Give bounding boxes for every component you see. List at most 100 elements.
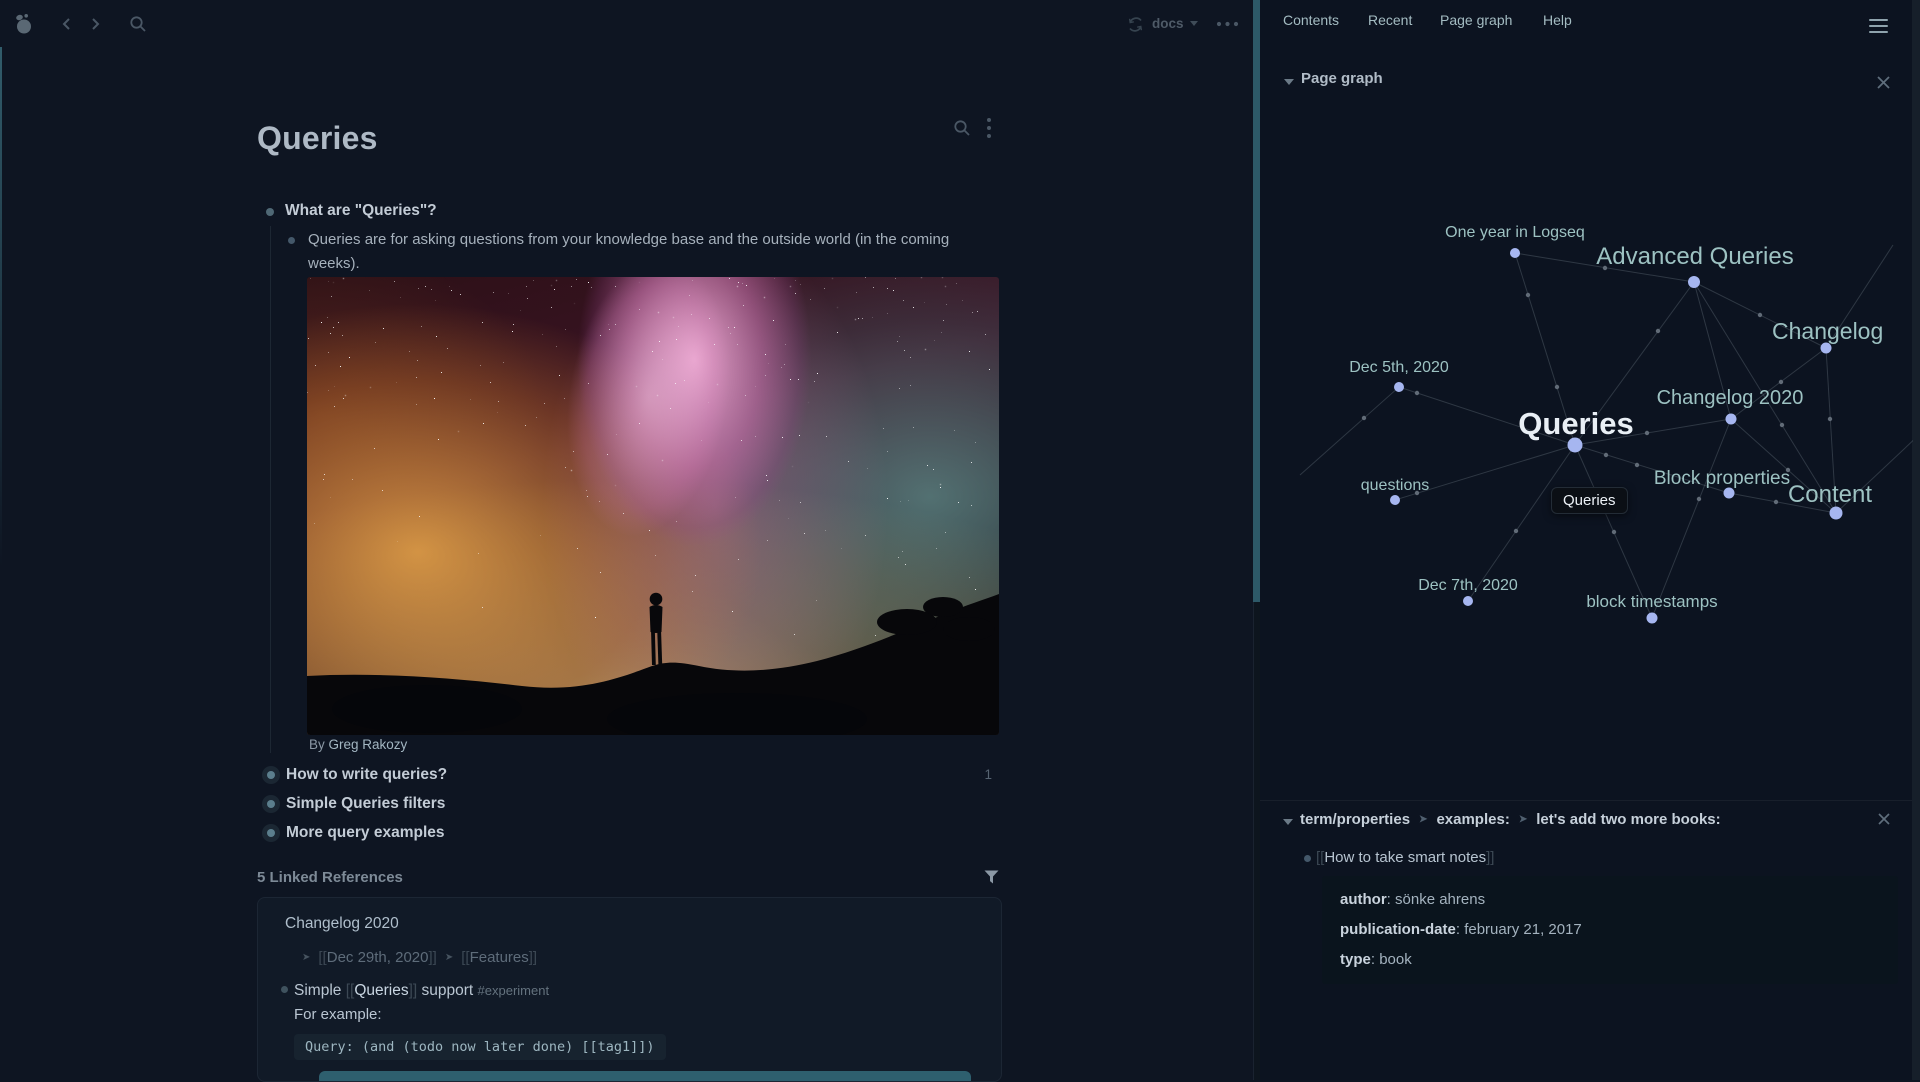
graph-node[interactable] [1463, 596, 1473, 606]
logseq-window: { "topbar": { "graph_switcher_label": "d… [0, 0, 1920, 1080]
breadcrumb-leaf[interactable]: let's add two more books: [1536, 811, 1720, 828]
menu-hamburger-icon[interactable] [1869, 15, 1888, 37]
scrollbar-track[interactable] [1912, 0, 1920, 1080]
page-menu-kebab-icon[interactable] [986, 117, 992, 139]
page-title: Queries [257, 120, 378, 157]
page-search-icon[interactable] [953, 119, 971, 137]
main-topbar: docs [0, 0, 1253, 48]
breadcrumb-arrow-icon: ➤ [1419, 814, 1427, 825]
graph-node[interactable] [1830, 507, 1843, 520]
graph-node-label[interactable]: Dec 5th, 2020 [1349, 359, 1449, 376]
graph-node[interactable] [1647, 613, 1658, 624]
graph-node-label[interactable]: block timestamps [1586, 592, 1717, 611]
nav-back-icon[interactable] [59, 16, 75, 32]
sync-icon[interactable] [1127, 16, 1144, 33]
image-caption: By Greg Rakozy [309, 737, 407, 752]
breadcrumb-item-date[interactable]: [[Dec 29th, 2020]] [318, 949, 436, 966]
graph-node[interactable] [1724, 488, 1735, 499]
block-what-are-queries[interactable]: What are "Queries"? [285, 202, 437, 220]
graph-tooltip: Queries [1551, 487, 1628, 514]
graph-switcher[interactable]: docs [1152, 16, 1198, 31]
graph-node[interactable] [1390, 495, 1400, 505]
block-how-to-take-smart-notes[interactable]: [[How to take smart notes]] [1316, 849, 1494, 866]
block-bullet[interactable] [288, 237, 295, 244]
collapsed-bullet[interactable] [262, 824, 280, 842]
breadcrumb-arrow-icon: ➤ [445, 952, 453, 963]
breadcrumb-arrow-icon: ➤ [302, 952, 310, 963]
breadcrumb: ➤ [[Dec 29th, 2020]] ➤ [[Features]] [302, 949, 537, 966]
block-queries-description[interactable]: Queries are for asking questions from yo… [308, 228, 976, 276]
breadcrumb-item-features[interactable]: [[Features]] [461, 949, 537, 966]
graph-node-label[interactable]: Dec 7th, 2020 [1418, 577, 1518, 594]
graph-node-label[interactable]: Queries [1518, 406, 1633, 441]
graph-node-label[interactable]: Changelog 2020 [1657, 387, 1804, 409]
filter-icon[interactable] [984, 870, 999, 884]
graph-node[interactable] [1510, 248, 1520, 258]
tab-contents[interactable]: Contents [1283, 12, 1339, 28]
property-row: publication-date: february 21, 2017 [1340, 915, 1880, 945]
property-row: author: sönke ahrens [1340, 885, 1880, 915]
photo-silhouette [307, 277, 999, 735]
block-for-example[interactable]: For example: [294, 1006, 382, 1023]
page-graph-section-title: Page graph [1301, 70, 1383, 87]
breadcrumb-mid[interactable]: examples: [1436, 811, 1509, 828]
collapse-triangle-icon[interactable] [1284, 79, 1294, 85]
block-bullet[interactable] [281, 986, 288, 993]
close-icon[interactable] [1877, 812, 1891, 826]
collapsed-bullet[interactable] [262, 766, 280, 784]
close-icon[interactable] [1876, 75, 1891, 90]
block-how-to-write-queries[interactable]: How to write queries? [286, 766, 447, 784]
tab-recent[interactable]: Recent [1368, 12, 1412, 28]
graph-node[interactable] [1821, 343, 1832, 354]
graph-waypoint-dot [1526, 293, 1530, 297]
breadcrumb-root[interactable]: term/properties [1300, 811, 1410, 828]
graph-node-label[interactable]: Content [1788, 481, 1872, 508]
graph-waypoint-dot [1604, 453, 1608, 457]
nav-forward-icon[interactable] [87, 16, 103, 32]
collapsed-bullet[interactable] [262, 795, 280, 813]
page-ref-smart-notes[interactable]: How to take smart notes [1324, 849, 1486, 866]
graph-waypoint-dot [1415, 391, 1419, 395]
graph-waypoint-dot [1779, 380, 1783, 384]
graph-waypoint-dot [1555, 385, 1559, 389]
block-more-query-examples[interactable]: More query examples [286, 824, 445, 842]
chevron-down-icon [1190, 21, 1198, 26]
search-icon[interactable] [129, 15, 147, 33]
graph-node-label[interactable]: Block properties [1654, 468, 1790, 489]
graph-node[interactable] [1726, 414, 1737, 425]
graph-waypoint-dot [1656, 329, 1660, 333]
linked-references-header[interactable]: 5 Linked References [257, 869, 403, 886]
inline-code-query[interactable]: Query: (and (todo now later done) [[tag1… [294, 1034, 666, 1060]
graph-node[interactable] [1688, 276, 1700, 288]
collapse-triangle-icon[interactable] [1283, 819, 1293, 825]
graph-node-label[interactable]: One year in Logseq [1445, 224, 1585, 241]
graph-node[interactable] [1394, 382, 1404, 392]
tab-help[interactable]: Help [1543, 12, 1572, 28]
properties-breadcrumb: term/properties ➤ examples: ➤ let's add … [1300, 811, 1721, 828]
page-graph-canvas[interactable]: One year in Logseq Advanced Queries Change… [1253, 100, 1913, 800]
linked-ref-source-page[interactable]: Changelog 2020 [285, 915, 399, 933]
caption-prefix: By [309, 737, 329, 752]
more-options-icon[interactable] [1216, 21, 1240, 27]
tag-experiment[interactable]: #experiment [478, 983, 550, 998]
block-bullet[interactable] [1304, 855, 1311, 862]
block-simple-queries-filters[interactable]: Simple Queries filters [286, 795, 445, 813]
graph-node-label[interactable]: Changelog [1772, 318, 1883, 344]
page-ref-queries[interactable]: Queries [354, 982, 408, 999]
graph-node-label[interactable]: Advanced Queries [1596, 243, 1793, 270]
block-guideline [270, 226, 271, 753]
block-bullet[interactable] [266, 208, 274, 216]
linked-ref-count-badge[interactable]: 1 [984, 767, 992, 782]
graph-waypoint-dot [1362, 416, 1366, 420]
tab-page-graph[interactable]: Page graph [1440, 12, 1512, 28]
logseq-logo-icon[interactable] [14, 13, 36, 35]
property-row: type: book [1340, 945, 1880, 975]
block-row: More query examples [257, 822, 1000, 846]
graph-waypoint-dot [1612, 530, 1616, 534]
graph-node-label[interactable]: questions [1361, 477, 1430, 494]
page-image[interactable] [307, 277, 999, 735]
caption-author-link[interactable]: Greg Rakozy [329, 737, 408, 752]
block-simple-queries-support[interactable]: Simple [[Queries]] support #experiment [294, 982, 549, 1000]
block-properties-box: author: sönke ahrens publication-date: f… [1322, 876, 1898, 984]
graph-switcher-label: docs [1152, 16, 1184, 31]
